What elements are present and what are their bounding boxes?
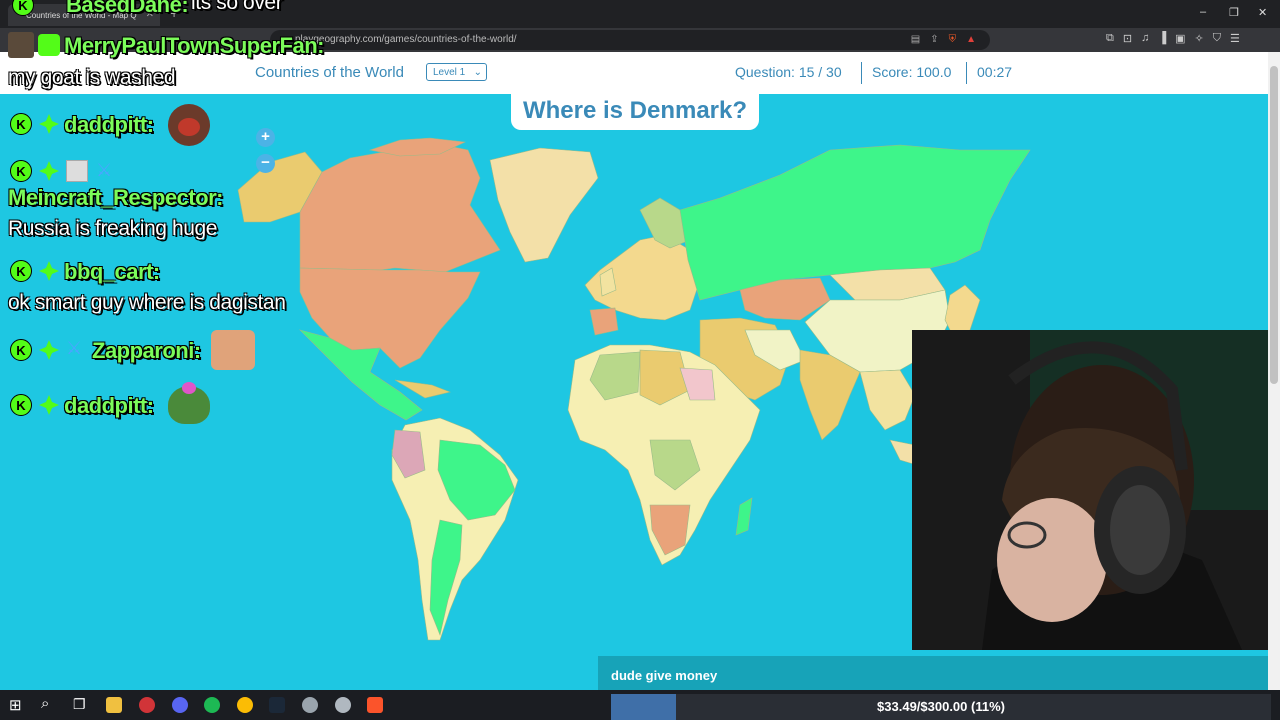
- chevron-down-icon: ⌄: [473, 67, 482, 78]
- country-canada[interactable]: [299, 141, 501, 273]
- zoom-in-button[interactable]: +: [256, 128, 275, 147]
- wallet-icon[interactable]: ▣: [1175, 32, 1185, 45]
- chat-username: Zapparoni:: [92, 338, 201, 363]
- sword-badge-icon: ⚔: [96, 160, 113, 180]
- sub-badge-icon: [39, 395, 59, 415]
- chat-username: MerryPaulTownSuperFan:: [64, 33, 324, 58]
- reader-icon[interactable]: ▤: [911, 30, 920, 50]
- donation-message-bar: dude give money: [598, 656, 1268, 690]
- country-madagascar[interactable]: [735, 497, 753, 536]
- sword-badge-icon: ⚔: [66, 338, 83, 358]
- sub-badge-icon: [39, 161, 59, 181]
- discord-icon[interactable]: [172, 697, 188, 713]
- vpn-icon[interactable]: ⛉: [1213, 32, 1221, 45]
- chat-username: daddpitt:: [64, 112, 154, 137]
- country-greenland[interactable]: [489, 147, 599, 263]
- page-scrollbar[interactable]: [1268, 52, 1280, 690]
- chrome-icon[interactable]: [237, 697, 253, 713]
- close-window-icon[interactable]: ✕: [1258, 6, 1267, 19]
- windows-start-icon[interactable]: ⊞: [9, 696, 22, 714]
- steam-icon[interactable]: [269, 697, 285, 713]
- emote-mouth: [178, 118, 200, 136]
- shield-icon[interactable]: ⛨: [949, 30, 957, 50]
- question-prompt: Where is Denmark?: [511, 94, 759, 130]
- obs-icon[interactable]: [139, 697, 155, 713]
- chat-username: BasedDane:: [66, 0, 189, 17]
- rewards-icon[interactable]: ▲: [966, 30, 976, 50]
- puzzle-icon[interactable]: ⧉: [1106, 32, 1114, 45]
- file-explorer-icon[interactable]: [106, 697, 122, 713]
- screenshot-icon[interactable]: ⊡: [1123, 32, 1132, 45]
- level-select[interactable]: Level 1 ⌄: [426, 63, 487, 81]
- sub-badge-icon: [39, 261, 59, 281]
- country-se-asia[interactable]: [859, 369, 916, 431]
- gift-badge-icon: [38, 34, 60, 56]
- pepe-emote: [168, 382, 210, 424]
- sidebar-icon[interactable]: ▐: [1158, 32, 1166, 45]
- chat-message: Russia is freaking huge: [8, 217, 218, 240]
- minimize-icon[interactable]: –: [1200, 6, 1206, 18]
- chat-message: its so over: [191, 0, 283, 14]
- app-icon[interactable]: [335, 697, 351, 713]
- ai-icon[interactable]: ✧: [1195, 32, 1204, 45]
- avatar-emote: [8, 32, 34, 58]
- score-display: Score: 100.0: [872, 64, 952, 80]
- sub-badge-icon: [39, 340, 59, 360]
- broken-image-icon: [66, 160, 88, 182]
- task-view-icon[interactable]: ❐: [73, 696, 86, 713]
- kick-badge-icon: K: [10, 339, 32, 361]
- kick-badge-icon: K: [10, 260, 32, 282]
- url-field[interactable]: playgeography.com/games/countries-of-the…: [270, 30, 990, 50]
- zoom-out-button[interactable]: −: [256, 154, 275, 173]
- country-spain[interactable]: [589, 307, 619, 336]
- chat-username: bbq_cart:: [64, 259, 160, 284]
- streamer-webcam: [912, 330, 1268, 650]
- game-title[interactable]: Countries of the World: [255, 64, 404, 81]
- pepe-emote: [168, 104, 210, 146]
- search-icon[interactable]: ⌕: [41, 695, 49, 712]
- heart-icon: [182, 382, 196, 394]
- question-counter: Question: 15 / 30: [735, 64, 842, 80]
- divider: [966, 62, 967, 84]
- menu-icon[interactable]: ☰: [1230, 32, 1240, 45]
- scrollbar-thumb[interactable]: [1270, 66, 1278, 384]
- share-icon[interactable]: ⇪: [930, 30, 938, 50]
- donation-goal-bar: $33.49/$300.00 (11%): [611, 694, 1271, 720]
- url-text: playgeography.com/games/countries-of-the…: [295, 34, 517, 45]
- donation-goal-text: $33.49/$300.00 (11%): [877, 699, 1005, 714]
- face-emote: [211, 330, 255, 370]
- extensions-bar: ⧉ ⊡ ♫ ▐ ▣ ✧ ⛉ ☰: [1106, 32, 1240, 45]
- donation-message: dude give money: [611, 668, 718, 683]
- spotify-icon[interactable]: [204, 697, 220, 713]
- kick-badge-icon: K: [10, 160, 32, 182]
- chat-message: ok smart guy where is dagistan: [8, 291, 286, 314]
- divider: [861, 62, 862, 84]
- chat-message: my goat is washed: [8, 66, 176, 89]
- webcam-overlay: [912, 330, 1268, 650]
- chat-username: daddpitt:: [64, 393, 154, 418]
- kick-badge-icon: K: [10, 113, 32, 135]
- kick-badge-icon: K: [10, 394, 32, 416]
- timer-display: 00:27: [977, 64, 1013, 80]
- brave-icon[interactable]: [367, 697, 383, 713]
- app-icon[interactable]: [302, 697, 318, 713]
- sub-badge-icon: [39, 114, 59, 134]
- level-select-value: Level 1: [433, 67, 466, 78]
- chat-username: Meincraft_Respector:: [8, 185, 223, 210]
- music-icon[interactable]: ♫: [1141, 32, 1149, 45]
- maximize-icon[interactable]: ❐: [1229, 6, 1239, 19]
